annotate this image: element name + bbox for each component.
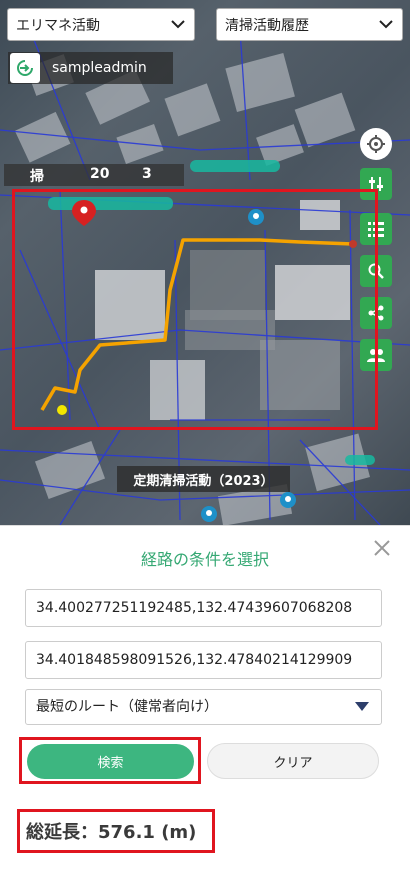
locate-button[interactable] — [360, 128, 392, 160]
history-select-value: 清掃活動履歴 — [225, 17, 309, 34]
search-button[interactable]: 検索 — [27, 744, 194, 779]
chevron-down-icon — [171, 20, 185, 29]
user-info: sampleadmin — [8, 52, 173, 84]
total-length: 総延長：576.1 (m) — [26, 822, 197, 843]
user-name: sampleadmin — [52, 60, 147, 76]
route-panel: 経路の条件を選択 34.400277251192485,132.47439607… — [0, 525, 410, 883]
stats-count: 20 — [90, 166, 110, 182]
map-view[interactable]: エリマネ活動 清掃活動履歴 sampleadmin 掃 20 3 定期清掃活動（… — [0, 0, 410, 525]
activity-label: 定期清掃活動（2023） — [117, 466, 290, 492]
stats-label: 掃 — [30, 169, 44, 185]
locate-icon — [367, 135, 385, 153]
activity-select-value: エリマネ活動 — [16, 17, 100, 34]
stats-number: 3 — [142, 166, 152, 182]
clear-button[interactable]: クリア — [207, 743, 379, 779]
history-select[interactable]: 清掃活動履歴 — [216, 8, 403, 41]
activity-select[interactable]: エリマネ活動 — [7, 8, 195, 41]
route-highlight-frame — [12, 189, 378, 430]
activity-stats: 掃 20 3 — [4, 164, 184, 186]
route-type-value: 最短のルート（健常者向け） — [36, 699, 218, 715]
logout-button[interactable] — [10, 53, 40, 83]
start-coord-field[interactable]: 34.400277251192485,132.47439607068208 — [25, 589, 382, 627]
logout-icon — [17, 60, 33, 76]
close-icon[interactable] — [372, 538, 392, 558]
chevron-down-icon — [379, 20, 393, 29]
route-type-select[interactable]: 最短のルート（健常者向け） — [25, 689, 382, 725]
panel-title: 経路の条件を選択 — [140, 550, 269, 569]
end-coord-field[interactable]: 34.401848598091526,132.47840214129909 — [25, 641, 382, 679]
dropdown-triangle-icon — [355, 702, 369, 711]
